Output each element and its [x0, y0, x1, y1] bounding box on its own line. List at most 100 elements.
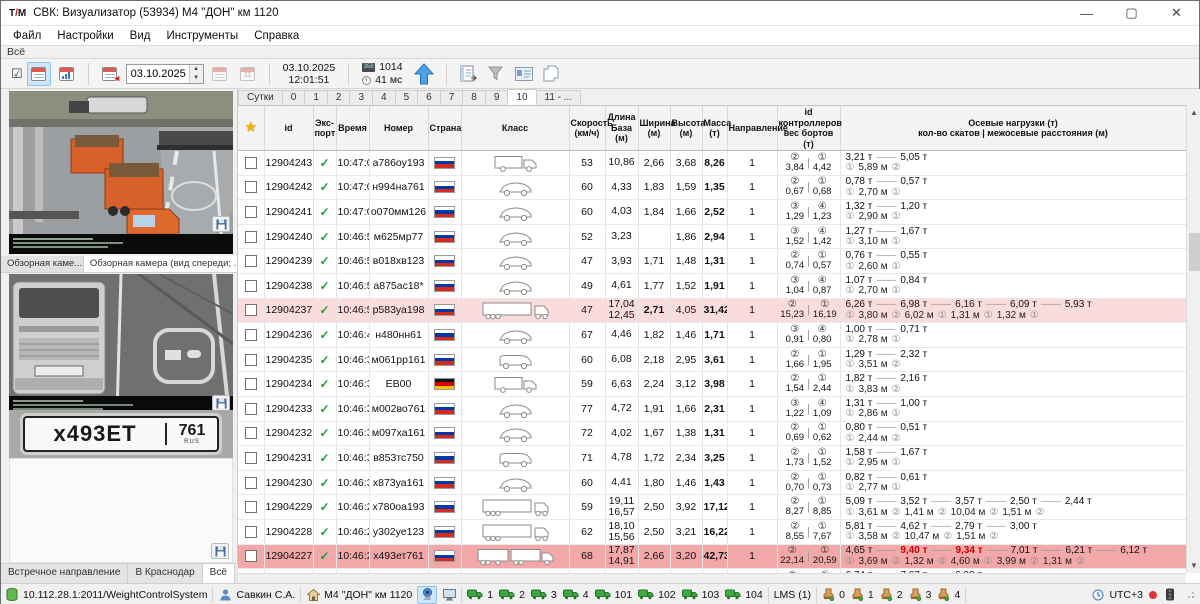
row-checkbox[interactable] — [245, 526, 257, 538]
column-header-6[interactable]: Класс — [461, 106, 569, 151]
row-checkbox[interactable] — [245, 354, 257, 366]
row-checkbox[interactable] — [245, 452, 257, 464]
row-select-cell[interactable] — [238, 519, 264, 544]
table-row[interactable]: 12904240✓10:46:57м625мр77523,231,862,941… — [238, 224, 1186, 249]
menu-инструменты[interactable]: Инструменты — [158, 28, 246, 44]
row-checkbox[interactable] — [245, 427, 257, 439]
row-select-cell[interactable] — [238, 200, 264, 225]
webcam-toggle[interactable] — [417, 586, 437, 604]
save-overview-image-button[interactable] — [212, 216, 230, 232]
row-select-cell[interactable] — [238, 323, 264, 348]
camera-tab-1[interactable]: Обзорная камера (вид спереди; ... — [84, 256, 238, 272]
direction-tab-0[interactable]: Встречное направление — [1, 564, 128, 583]
column-header-1[interactable]: id — [264, 106, 313, 151]
calendar-day-button[interactable] — [27, 62, 51, 86]
column-header-2[interactable]: Экс- порт — [313, 106, 336, 151]
lane-status-102[interactable]: 102 — [638, 589, 676, 601]
day-tab-7[interactable]: 7 — [440, 90, 464, 105]
row-checkbox[interactable] — [245, 550, 257, 562]
column-header-9[interactable]: Ширина (м) — [638, 106, 670, 151]
table-row[interactable]: 12904237✓10:46:53р583уа1984717,0412,452,… — [238, 298, 1186, 323]
table-row[interactable]: 12904228✓10:46:25у302уе1236218,1015,562,… — [238, 519, 1186, 544]
row-select-cell[interactable] — [238, 421, 264, 446]
scroll-down-arrow[interactable]: ▼ — [1187, 558, 1200, 573]
maximize-button[interactable]: ▢ — [1109, 1, 1154, 25]
row-checkbox[interactable] — [245, 181, 257, 193]
column-header-7[interactable]: Скорость (км/ч) — [569, 106, 605, 151]
menu-настройки[interactable]: Настройки — [49, 28, 121, 44]
day-tab-0[interactable]: 0 — [282, 90, 306, 105]
day-tab-6[interactable]: 6 — [417, 90, 441, 105]
row-checkbox[interactable] — [245, 255, 257, 267]
direction-tab-1[interactable]: В Краснодар — [128, 564, 202, 583]
camera-tab-0[interactable]: Обзорная каме... — [1, 256, 84, 272]
view-tab-all[interactable]: Всё — [7, 46, 25, 58]
column-header-13[interactable]: id контроллеров вес бортов (т) — [777, 106, 840, 151]
date-input[interactable] — [127, 68, 189, 80]
row-select-cell[interactable] — [238, 175, 264, 200]
row-select-cell[interactable] — [238, 249, 264, 274]
row-checkbox[interactable] — [245, 231, 257, 243]
column-header-4[interactable]: Номер — [369, 106, 428, 151]
monitor-toggle[interactable] — [442, 588, 456, 602]
lane-status-3[interactable]: 3 — [531, 589, 557, 601]
day-tab-4[interactable]: 4 — [372, 90, 396, 105]
direction-tab-2[interactable]: Всё — [203, 564, 235, 583]
day-tab-10[interactable]: 10 — [507, 89, 536, 105]
table-row[interactable]: 12904235✓10:46:39м061рр161606,082,182,95… — [238, 347, 1186, 372]
vertical-scrollbar[interactable]: ▲ ▼ — [1186, 105, 1200, 573]
table-row[interactable]: 12904238✓10:46:55а875ас18*494,611,771,52… — [238, 273, 1186, 298]
row-select-cell[interactable] — [238, 151, 264, 176]
row-select-cell[interactable] — [238, 347, 264, 372]
horizontal-scrollbar[interactable] — [238, 573, 1186, 583]
calendar-prev-button[interactable] — [208, 62, 232, 86]
calendar-chart-button[interactable] — [55, 62, 79, 86]
row-checkbox[interactable] — [245, 403, 257, 415]
table-row[interactable]: 12904230✓10:46:30х873уа161604,411,801,46… — [238, 470, 1186, 495]
table-row[interactable]: 12904227✓10:46:20х493ет7616817,8714,912,… — [238, 544, 1186, 569]
calendar-goto-button[interactable]: ◂ — [98, 62, 122, 86]
row-select-cell[interactable] — [238, 470, 264, 495]
scroll-up-arrow[interactable]: ▲ — [1187, 105, 1200, 120]
stamp-status-2[interactable]: 2 — [880, 588, 903, 601]
table-row[interactable]: 12904239✓10:46:56в018хв123473,931,711,48… — [238, 249, 1186, 274]
stamp-status-3[interactable]: 3 — [909, 588, 932, 601]
row-checkbox[interactable] — [245, 206, 257, 218]
table-row[interactable]: 12904242✓10:47:02н994на761604,331,831,59… — [238, 175, 1186, 200]
save-plate-image-button[interactable] — [211, 543, 229, 559]
row-checkbox[interactable] — [245, 378, 257, 390]
date-spinner[interactable]: ▲▼ — [189, 65, 203, 83]
row-checkbox[interactable] — [245, 477, 257, 489]
row-select-cell[interactable] — [238, 224, 264, 249]
lane-status-104[interactable]: 104 — [725, 589, 763, 601]
column-header-8[interactable]: Длина База (м) — [605, 106, 638, 151]
close-button[interactable]: ✕ — [1154, 1, 1199, 25]
table-row[interactable]: 12904243✓10:47:06а786оу1935310,862,663,6… — [238, 151, 1186, 176]
column-header-5[interactable]: Страна — [428, 106, 461, 151]
lane-status-103[interactable]: 103 — [682, 589, 720, 601]
row-checkbox[interactable] — [245, 501, 257, 513]
scrollbar-thumb[interactable] — [1189, 233, 1200, 271]
table-row[interactable]: 12904241✓10:47:01о070мм126604,031,841,66… — [238, 200, 1186, 225]
table-row[interactable]: 12904233✓10:46:35м002во761774,721,911,66… — [238, 396, 1186, 421]
card-view-button[interactable] — [512, 62, 536, 86]
day-tab-8[interactable]: 8 — [462, 90, 486, 105]
column-header-11[interactable]: Масса (т) — [702, 106, 727, 151]
day-tab-9[interactable]: 9 — [485, 90, 509, 105]
row-select-cell[interactable] — [238, 544, 264, 569]
row-select-cell[interactable] — [238, 372, 264, 397]
row-select-cell[interactable] — [238, 298, 264, 323]
row-checkbox[interactable] — [245, 157, 257, 169]
copy-button[interactable] — [540, 62, 564, 86]
column-header-10[interactable]: Высота (м) — [670, 106, 702, 151]
menu-вид[interactable]: Вид — [122, 28, 159, 44]
table-row[interactable]: 12904231✓10:46:31в853тс750714,781,722,34… — [238, 446, 1186, 471]
select-all-checkbox[interactable]: ☑ — [11, 66, 23, 82]
stamp-status-4[interactable]: 4 — [937, 588, 960, 601]
row-select-cell[interactable] — [238, 495, 264, 520]
table-row[interactable]: 12904234✓10:46:36ЕВ00596,632,243,123,981… — [238, 372, 1186, 397]
minimize-button[interactable]: — — [1064, 1, 1109, 25]
stamp-status-0[interactable]: 0 — [822, 588, 845, 601]
lane-status-1[interactable]: 1 — [467, 589, 493, 601]
save-front-image-button[interactable] — [212, 395, 230, 411]
